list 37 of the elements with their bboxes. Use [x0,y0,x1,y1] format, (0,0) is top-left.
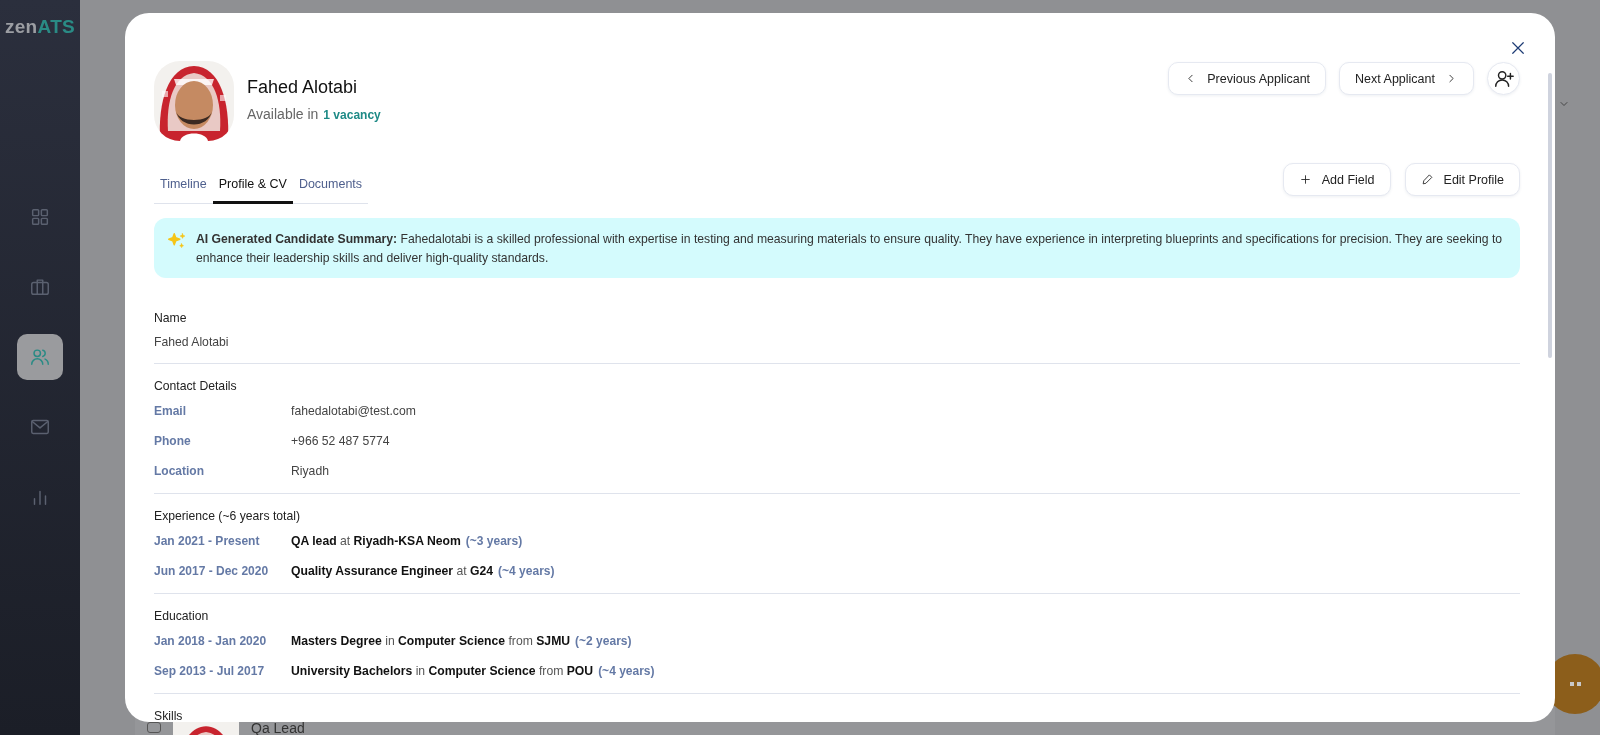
summary-text: AI Generated Candidate Summary: Fahedalotabi is a skilled professional with expertise in testing and measuring materials to ensure quality. They have experience in interpreting blueprints and specifications for precision. They are seeking to enhance their leadership skills and deliver high-quality standards. [196,231,1504,267]
field-value: Riyadh [291,463,329,480]
duration: (~2 years) [575,633,632,650]
date-range: Sep 2013 - Jul 2017 [154,663,266,680]
duration: (~4 years) [598,663,655,680]
tab[interactable]: Documents [292,167,369,204]
field-value: fahedalotabi@test.com [291,403,416,420]
field-label: Email [154,403,187,420]
date-range: Jan 2021 - Present [154,533,261,550]
next-applicant-button[interactable]: Next Applicant [1339,62,1474,95]
entry-description: QA lead at Riyadh-KSA Neom [291,533,461,550]
section-title: Name [154,310,188,327]
date-range: Jan 2018 - Jan 2020 [154,633,268,650]
section-title: Skills [154,708,184,722]
tab[interactable]: Timeline [154,167,213,204]
field-label: Phone [154,433,192,450]
field-value: +966 52 487 5774 [291,433,390,450]
date-range: Jun 2017 - Dec 2020 [154,563,270,580]
edit-profile-button[interactable]: Edit Profile [1404,163,1520,196]
entry-description: Quality Assurance Engineer at G24 [291,563,494,580]
logo: zenATS [4,16,76,38]
add-field-button[interactable]: Add Field [1282,163,1391,196]
candidate-name: Fahed Alotabi [247,77,359,98]
section-title: Education [154,608,210,625]
duration: (~3 years) [465,533,523,550]
section-title: Experience (~6 years total) [154,508,301,525]
entry-description: University Bachelors in Computer Science from POU [291,663,594,680]
entry-description: Masters Degree in Computer Science from SJMU [291,633,571,650]
section-title: Contact Details [154,378,238,395]
tab[interactable]: Profile & CV [212,167,293,204]
availability-text: Available in [247,106,319,122]
duration: (~4 years) [498,563,555,580]
previous-applicant-button[interactable]: Previous Applicant [1168,62,1327,95]
field-value: Fahed Alotabi [154,334,230,351]
field-label: Location [154,463,205,480]
row-title: Qa Lead [251,722,305,735]
vacancy-link[interactable]: 1 vacancy [323,108,381,122]
